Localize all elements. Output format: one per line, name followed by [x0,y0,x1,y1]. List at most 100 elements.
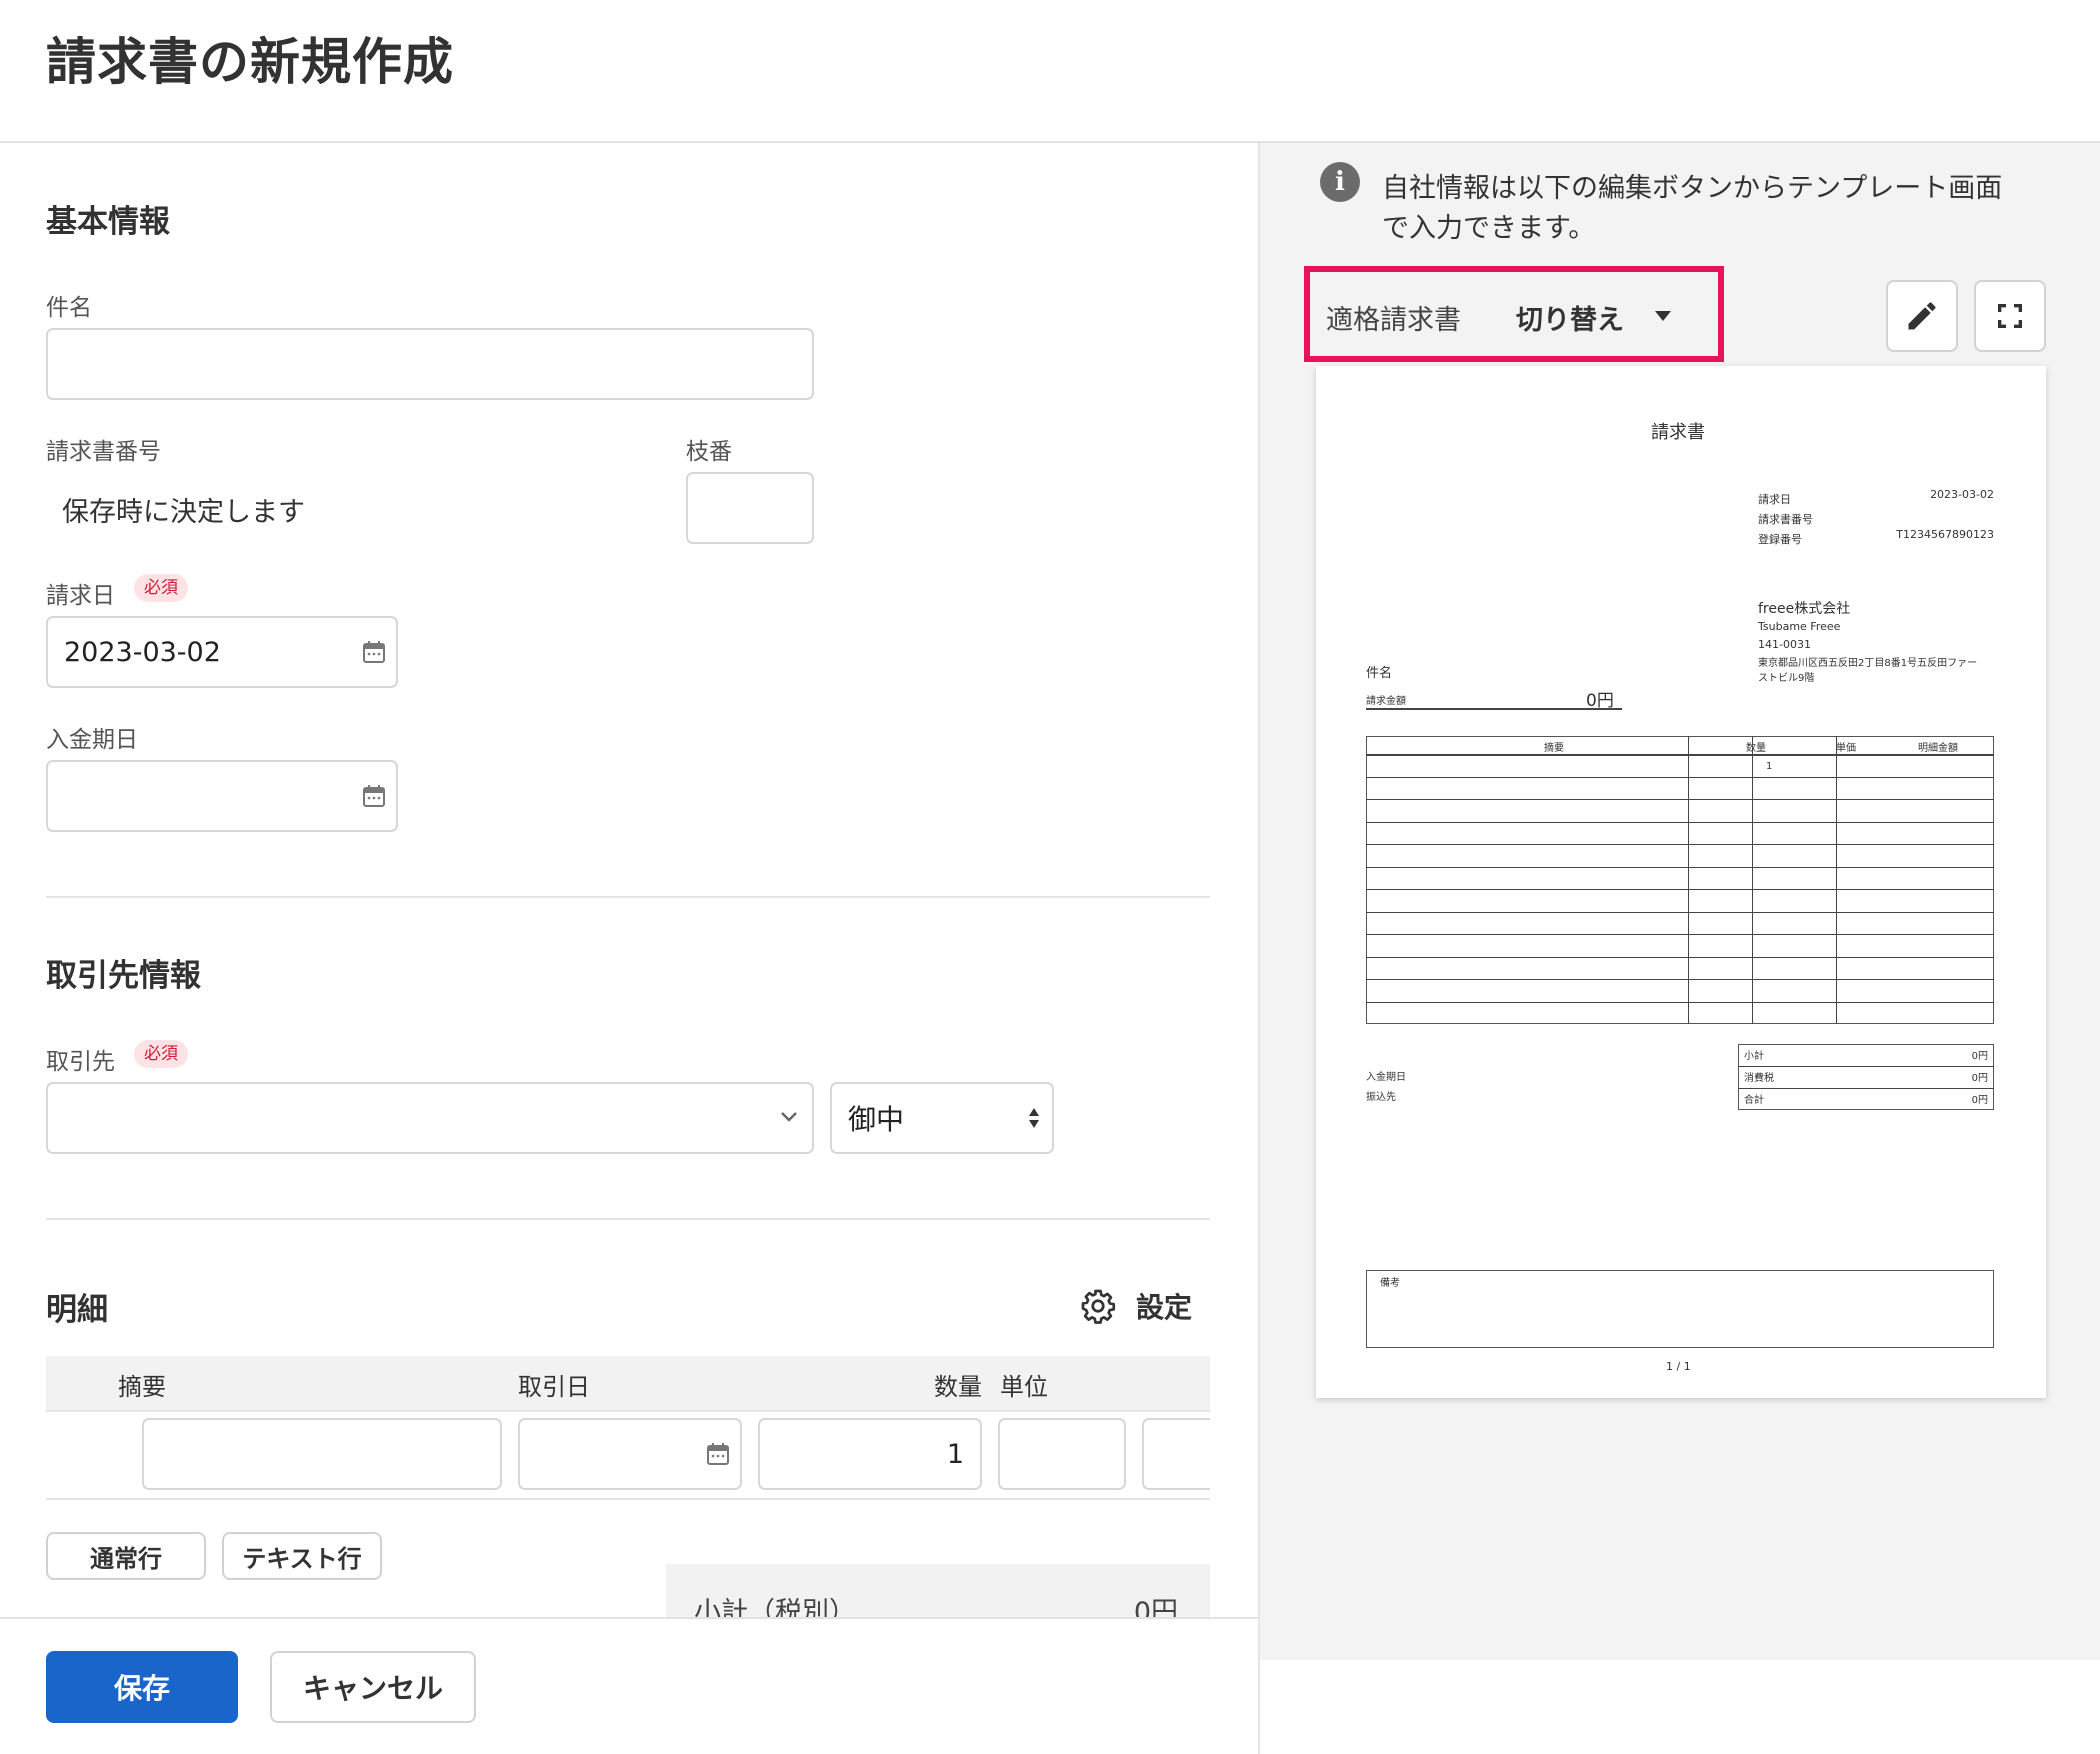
invoice-date-label: 請求日 [46,583,115,609]
section-divider [46,1218,1210,1220]
doc-amount-label: 請求金額 [1366,696,1406,707]
doc-table-column-line [1752,736,1753,1024]
invoice-preview-document: 請求書 請求日 請求書番号 登録番号 2023-03-02 T123456789… [1316,366,2046,1398]
doc-meta-label: 請求書番号 [1758,513,1813,526]
template-switch-label: 切り替え [1516,305,1624,336]
subtotal-value: 0円 [1133,1597,1178,1617]
calendar-icon[interactable] [362,784,386,808]
doc-totals-box [1738,1044,1994,1110]
doc-address: 東京都品川区西五反田2丁目8番1号五反田ファー [1758,658,1978,669]
due-date-label: 入金期日 [46,727,138,753]
required-badge: 必須 [134,574,188,602]
doc-table-header: 単価 [1836,743,1856,754]
select-arrows-icon [1029,1108,1039,1128]
preview-panel-bottom [1258,1660,2100,1754]
subject-input[interactable] [46,328,814,400]
doc-table-row-line [1366,889,1994,890]
doc-notes-label: 備考 [1380,1278,1400,1289]
doc-table-row-line [1366,979,1994,980]
doc-table-row-line [1366,911,1994,913]
invoice-date-input[interactable]: 2023-03-02 [46,616,398,688]
row-quantity-value: 1 [946,1438,964,1470]
doc-table-row-line [1366,754,1994,756]
template-switch-dropdown[interactable]: 適格請求書 切り替え [1304,266,1724,362]
doc-table-row-line [1366,934,1994,935]
client-select[interactable] [46,1082,814,1154]
branch-number-input[interactable] [686,472,814,544]
doc-totals-row-line [1738,1066,1994,1067]
gear-icon[interactable] [1080,1288,1116,1324]
doc-table-row-line [1366,1001,1994,1003]
doc-meta-value: T1234567890123 [1896,528,1994,541]
table-row-divider [46,1410,1210,1412]
doc-meta-value: 2023-03-02 [1930,488,1994,501]
invoice-number-text: 保存時に決定します [62,497,305,528]
pencil-icon [1908,302,1936,330]
add-text-row-button[interactable]: テキスト行 [222,1532,382,1580]
calendar-icon[interactable] [706,1442,730,1466]
doc-table-row-line [1366,956,1994,958]
save-button[interactable]: 保存 [46,1651,238,1723]
doc-table-column-line [1836,736,1837,1024]
footer-divider [0,1617,1259,1619]
doc-title: 請求書 [1651,422,1705,443]
caret-down-icon [1655,311,1671,321]
subject-label: 件名 [46,295,92,321]
column-header-unit: 単位 [1000,1373,1048,1401]
template-name: 適格請求書 [1326,305,1461,336]
branch-number-label: 枝番 [686,439,732,465]
info-text-line2: で入力できます。 [1382,213,1596,244]
calendar-icon[interactable] [362,640,386,664]
subtotal-box: 小計（税別） 0円 [666,1564,1210,1617]
doc-total-value: 0円 [1971,1051,1988,1062]
doc-table-row-line [1366,844,1994,845]
doc-table-header: 数量 [1746,743,1766,754]
subtotal-label: 小計（税別） [694,1597,856,1617]
section-divider [46,896,1210,898]
doc-table-row-line [1366,799,1994,800]
due-date-input[interactable] [46,760,398,832]
add-normal-row-button[interactable]: 通常行 [46,1532,206,1580]
doc-table-header: 摘要 [1544,743,1564,754]
cancel-button[interactable]: キャンセル [270,1651,476,1723]
required-badge: 必須 [134,1040,188,1068]
doc-items-table [1366,736,1994,1024]
doc-meta-label: 請求日 [1758,493,1791,506]
client-label: 取引先 [46,1049,115,1075]
doc-table-header: 明細金額 [1918,743,1958,754]
info-icon: i [1320,162,1360,202]
doc-first-quantity: 1 [1766,761,1773,772]
column-header-summary: 摘要 [118,1373,166,1401]
doc-address: ストビル9階 [1758,673,1815,684]
doc-notes-box [1366,1270,1994,1348]
honorific-value: 御中 [848,1103,905,1136]
settings-button[interactable]: 設定 [1136,1286,1192,1326]
doc-amount-underline [1366,708,1622,710]
doc-total-label: 合計 [1744,1095,1764,1106]
row-quantity-input[interactable]: 1 [758,1418,982,1490]
doc-totals-row-line [1738,1088,1994,1089]
doc-total-label: 小計 [1744,1051,1764,1062]
doc-postal: 141-0031 [1758,638,1811,651]
chevron-down-icon [781,1112,797,1122]
row-price-input[interactable] [1142,1418,1210,1490]
doc-total-value: 0円 [1971,1073,1988,1084]
section-title-client: 取引先情報 [46,958,201,994]
doc-due-label: 入金期日 [1366,1072,1406,1083]
doc-person: Tsubame Freee [1758,620,1841,633]
doc-table-row-line [1366,776,1994,778]
page-title: 請求書の新規作成 [46,33,454,91]
fullscreen-button[interactable] [1974,280,2046,352]
honorific-select[interactable]: 御中 [830,1082,1054,1154]
column-header-quantity: 数量 [934,1373,982,1401]
doc-table-row-line [1366,866,1994,868]
edit-template-button[interactable] [1886,280,1958,352]
doc-table-column-line [1688,736,1689,1024]
doc-total-label: 消費税 [1744,1073,1774,1084]
row-summary-input[interactable] [142,1418,502,1490]
doc-bank-label: 振込先 [1366,1092,1396,1103]
doc-table-row-line [1366,821,1994,823]
doc-meta-label: 登録番号 [1758,533,1802,546]
row-unit-input[interactable] [998,1418,1126,1490]
invoice-number-label: 請求書番号 [46,439,161,465]
